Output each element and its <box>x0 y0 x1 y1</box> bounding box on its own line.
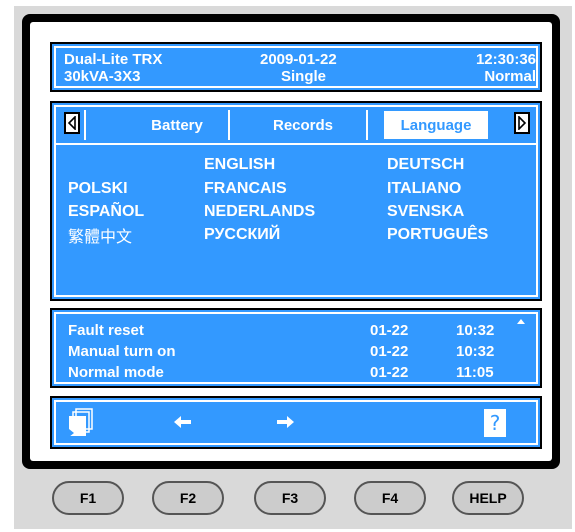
tab-language-label: Language <box>400 116 472 134</box>
arrow-left-icon <box>174 416 191 428</box>
f2-action[interactable] <box>170 412 196 432</box>
rating-label: 30kVA-3X3 <box>64 68 141 85</box>
log-event: Fault reset <box>68 322 144 339</box>
scroll-up-icon[interactable] <box>516 318 526 324</box>
log-time: 11:05 <box>456 364 494 381</box>
language-russian[interactable]: РУССКИЙ <box>204 225 280 244</box>
f3-action[interactable] <box>272 412 298 432</box>
language-portugues[interactable]: PORTUGUÊS <box>387 225 488 244</box>
tab-records-label: Records <box>272 116 334 134</box>
time-display: 12:30:36 <box>475 51 536 68</box>
language-italiano[interactable]: ITALIANO <box>387 179 461 198</box>
tab-next-button[interactable] <box>514 112 530 134</box>
tab-language[interactable]: Language <box>384 111 488 139</box>
help-button[interactable]: HELP <box>452 481 524 515</box>
status-panel: Dual-Lite TRX 30kVA-3X3 2009-01-22 Singl… <box>50 42 542 92</box>
log-event: Manual turn on <box>68 343 176 360</box>
arrow-right-icon <box>277 416 294 428</box>
log-event: Normal mode <box>68 364 164 381</box>
language-deutsch[interactable]: DEUTSCH <box>387 155 464 174</box>
language-english[interactable]: ENGLISH <box>204 155 275 174</box>
date-display: 2009-01-22 <box>260 51 337 68</box>
language-espanol[interactable]: ESPAÑOL <box>68 202 144 221</box>
operation-mode: Single <box>281 68 327 85</box>
triangle-left-icon <box>67 116 76 130</box>
tab-records[interactable]: Records <box>230 110 368 140</box>
language-francais[interactable]: FRANCAIS <box>204 179 287 198</box>
event-log-panel: Fault reset 01-22 10:32 Manual turn on 0… <box>50 308 542 388</box>
window-stack-icon <box>69 408 93 437</box>
log-date: 01-22 <box>370 322 409 339</box>
tab-divider <box>56 143 536 145</box>
language-chinese[interactable]: 繁體中文 <box>68 227 132 246</box>
log-date: 01-22 <box>370 343 409 360</box>
function-key-bar: ? <box>50 396 542 449</box>
tab-battery[interactable]: Battery <box>84 110 230 140</box>
log-time: 10:32 <box>456 343 495 360</box>
system-state: Normal <box>484 68 536 85</box>
language-svenska[interactable]: SVENSKA <box>387 202 464 221</box>
f2-button[interactable]: F2 <box>152 481 224 515</box>
triangle-right-icon <box>518 116 527 130</box>
f1-action[interactable] <box>66 406 96 440</box>
question-mark-icon: ? <box>489 411 501 435</box>
f4-button[interactable]: F4 <box>354 481 426 515</box>
tab-battery-label: Battery <box>151 116 203 134</box>
log-time: 10:32 <box>456 322 495 339</box>
language-nederlands[interactable]: NEDERLANDS <box>204 202 315 221</box>
f1-button[interactable]: F1 <box>52 481 124 515</box>
model-name: Dual-Lite TRX <box>64 51 163 68</box>
help-action[interactable]: ? <box>484 409 506 437</box>
language-polski[interactable]: POLSKI <box>68 179 128 198</box>
tab-prev-button[interactable] <box>64 112 80 134</box>
log-date: 01-22 <box>370 364 409 381</box>
f3-button[interactable]: F3 <box>254 481 326 515</box>
language-panel: Battery Records Language ENGLISH DEUTSCH… <box>50 101 542 301</box>
